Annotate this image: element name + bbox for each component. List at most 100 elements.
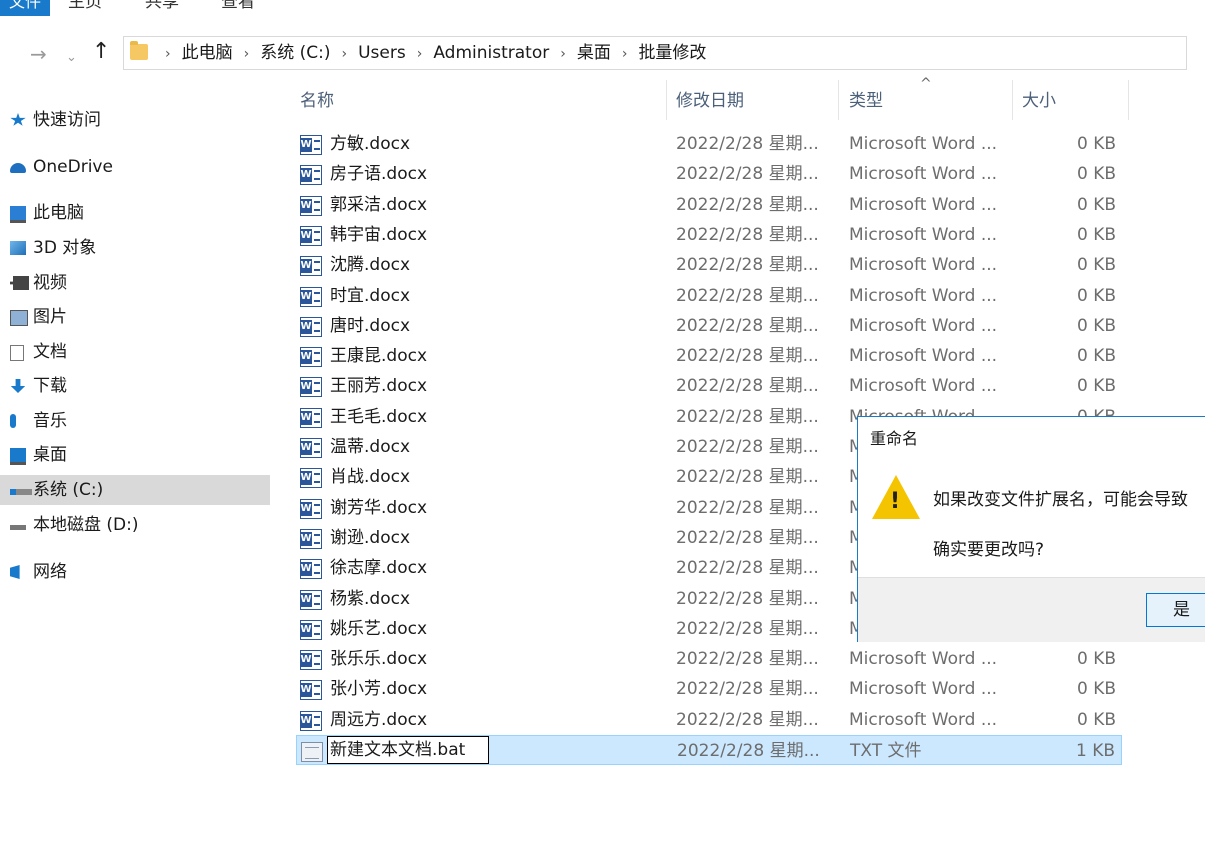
file-row[interactable]: W 方敏.docx 2022/2/28 星期... Microsoft Word ..…: [296, 129, 1122, 159]
file-row[interactable]: W 王丽芳.docx 2022/2/28 星期... Microsoft Word .…: [296, 371, 1122, 401]
document-lines: [314, 200, 320, 211]
file-row[interactable]: W 沈腾.docx 2022/2/28 星期... Microsoft Word ..…: [296, 250, 1122, 280]
breadcrumb-chevron-icon[interactable]: ›: [244, 46, 250, 62]
file-date: 2022/2/28 星期...: [676, 497, 819, 518]
file-row[interactable]: W 张小芳.docx 2022/2/28 星期... Microsoft Word .…: [296, 674, 1122, 704]
word-letter: W: [300, 259, 312, 274]
nav-item[interactable]: 3D 对象: [0, 233, 270, 263]
file-row[interactable]: W 唐时.docx 2022/2/28 星期... Microsoft Word ..…: [296, 311, 1122, 341]
word-document-icon: W: [300, 680, 322, 701]
document-icon: [10, 345, 24, 361]
column-header-size[interactable]: 大小: [1022, 84, 1056, 120]
up-arrow-icon[interactable]: ↑: [92, 38, 110, 66]
ribbon: 文件 主页 共享 查看: [0, 0, 1205, 16]
file-date: 2022/2/28 星期...: [676, 527, 819, 548]
cloud-icon: [10, 163, 26, 173]
file-row[interactable]: W 韩宇宙.docx 2022/2/28 星期... Microsoft Word .…: [296, 220, 1122, 250]
word-letter: W: [300, 713, 312, 728]
rename-input[interactable]: 新建文本文档.bat: [327, 736, 489, 764]
nav-item[interactable]: 文档: [0, 337, 270, 367]
breadcrumb-item[interactable]: Users: [358, 43, 406, 63]
file-name: 张乐乐.docx: [330, 649, 428, 670]
nav-item-label: 下载: [33, 376, 67, 396]
file-date: 2022/2/28 星期...: [676, 255, 819, 276]
breadcrumb-item[interactable]: 此电脑: [182, 43, 233, 63]
nav-item[interactable]: OneDrive: [0, 152, 270, 182]
file-row[interactable]: W 周远方.docx 2022/2/28 星期... Microsoft Word .…: [296, 705, 1122, 735]
column-divider[interactable]: [838, 80, 839, 120]
file-date: 2022/2/28 星期...: [676, 679, 819, 700]
file-date: 2022/2/28 星期...: [676, 164, 819, 185]
nav-item-label: 文档: [33, 342, 67, 362]
word-document-icon: W: [300, 438, 322, 458]
ribbon-tab-share[interactable]: 共享: [145, 0, 179, 16]
word-document-icon: W: [300, 316, 322, 337]
yes-button[interactable]: 是: [1146, 593, 1205, 627]
column-header-type[interactable]: 类型: [849, 84, 883, 120]
nav-item[interactable]: 本地磁盘 (D:): [0, 510, 270, 540]
computer-icon: [10, 206, 26, 223]
file-size: 0 KB: [1076, 134, 1116, 154]
nav-item[interactable]: 视频: [0, 268, 270, 298]
column-header-name[interactable]: 名称: [300, 84, 334, 120]
file-name: 张小芳.docx: [330, 679, 428, 700]
nav-item-label: 视频: [33, 273, 67, 293]
breadcrumb-chevron-icon[interactable]: ›: [622, 46, 628, 62]
word-letter: W: [300, 592, 312, 607]
file-name: 王毛毛.docx: [330, 406, 428, 427]
file-size: 0 KB: [1076, 679, 1116, 700]
file-name: 姚乐艺.docx: [330, 618, 428, 639]
file-row[interactable]: 新建文本文档.bat 2022/2/28 星期... TXT 文件 1 KB: [296, 735, 1122, 765]
nav-item[interactable]: 网络: [0, 557, 270, 587]
file-row[interactable]: W 王康昆.docx 2022/2/28 星期... Microsoft Word .…: [296, 341, 1122, 371]
dialog-question: 确实要更改吗?: [933, 540, 1045, 560]
word-letter: W: [300, 622, 312, 637]
document-lines: [314, 170, 320, 181]
breadcrumb-item[interactable]: 系统 (C:): [260, 43, 330, 63]
nav-item[interactable]: 桌面: [0, 440, 270, 470]
nav-item[interactable]: 下载: [0, 371, 270, 401]
file-row[interactable]: W 时宜.docx 2022/2/28 星期... Microsoft Word ..…: [296, 281, 1122, 311]
column-divider[interactable]: [1128, 80, 1129, 120]
file-row[interactable]: W 郭采洁.docx 2022/2/28 星期... Microsoft Word .…: [296, 190, 1122, 220]
nav-item[interactable]: 图片: [0, 302, 270, 332]
ribbon-tab-view[interactable]: 查看: [221, 0, 255, 16]
file-date: 2022/2/28 星期...: [676, 134, 819, 154]
file-size: 0 KB: [1076, 315, 1116, 336]
breadcrumb-chevron-icon[interactable]: ›: [165, 46, 171, 62]
document-lines: [314, 594, 320, 605]
breadcrumb-item[interactable]: 批量修改: [638, 43, 706, 63]
forward-arrow-icon[interactable]: →: [30, 40, 47, 68]
file-date: 2022/2/28 星期...: [676, 406, 819, 427]
nav-item[interactable]: 音乐: [0, 406, 270, 436]
file-row[interactable]: W 张乐乐.docx 2022/2/28 星期... Microsoft Word .…: [296, 644, 1122, 674]
word-letter: W: [300, 441, 312, 455]
file-row[interactable]: W 房子语.docx 2022/2/28 星期... Microsoft Word .…: [296, 159, 1122, 189]
nav-item[interactable]: 系统 (C:): [0, 475, 270, 505]
word-letter: W: [300, 380, 312, 395]
breadcrumb-item[interactable]: 桌面: [577, 43, 611, 63]
music-note-icon: [10, 414, 16, 428]
file-size: 0 KB: [1076, 346, 1116, 367]
file-name: 沈腾.docx: [330, 255, 411, 276]
document-lines: [314, 321, 320, 332]
column-header-date[interactable]: 修改日期: [676, 84, 744, 120]
column-divider[interactable]: [666, 80, 667, 120]
breadcrumb-chevron-icon[interactable]: ›: [342, 46, 348, 62]
breadcrumb-item[interactable]: Administrator: [433, 43, 549, 63]
nav-item[interactable]: 此电脑: [0, 198, 270, 228]
breadcrumb-chevron-icon[interactable]: ›: [417, 46, 423, 62]
nav-item-label: 3D 对象: [33, 238, 97, 258]
document-lines: [314, 473, 320, 484]
file-size: 1 KB: [1075, 741, 1115, 761]
recent-locations-chevron-icon[interactable]: ⌄: [66, 44, 77, 72]
text-file-icon: [301, 742, 323, 762]
document-lines: [314, 291, 320, 302]
nav-item[interactable]: 快速访问: [0, 105, 270, 135]
file-date: 2022/2/28 星期...: [676, 558, 819, 579]
ribbon-tab-home[interactable]: 主页: [68, 0, 102, 16]
breadcrumb-chevron-icon[interactable]: ›: [560, 46, 566, 62]
column-divider[interactable]: [1012, 80, 1013, 120]
address-bar[interactable]: › 此电脑 › 系统 (C:) › Users › Administrator › 桌面 › 批量修改: [123, 36, 1187, 70]
ribbon-tab-file[interactable]: 文件: [0, 0, 50, 16]
